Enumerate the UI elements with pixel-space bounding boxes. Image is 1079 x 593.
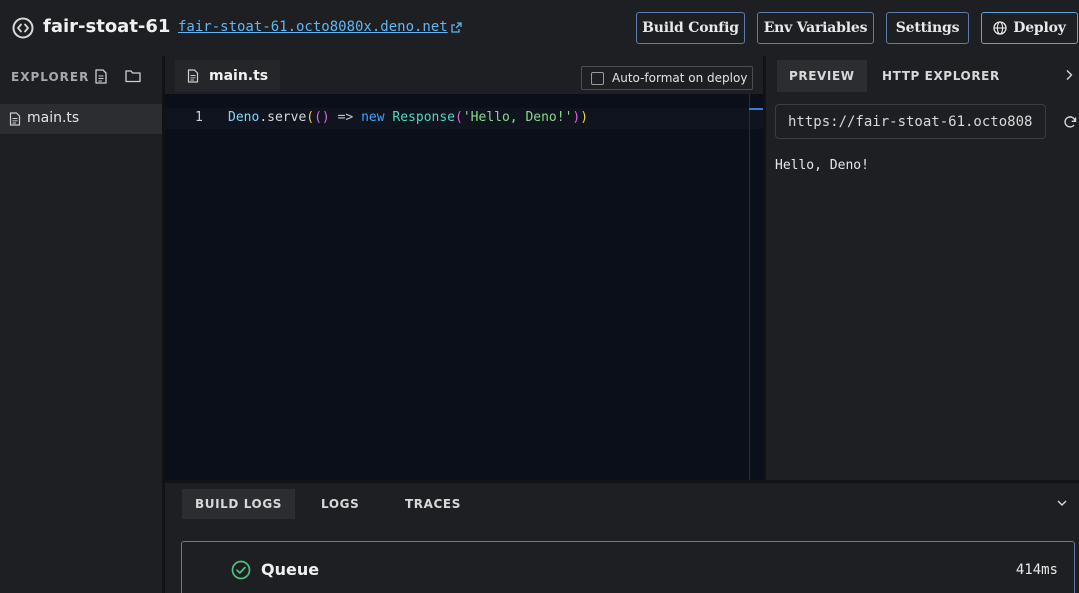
check-circle-icon [231,560,251,580]
tab-preview[interactable]: PREVIEW [777,60,867,92]
build-step-label: Queue [261,560,320,579]
build-config-label: Build Config [642,20,739,36]
tab-build-logs-label: BUILD LOGS [195,497,283,511]
file-icon [187,69,199,83]
tab-traces[interactable]: TRACES [392,489,474,519]
code-brackets-icon[interactable] [12,17,34,39]
code-text[interactable]: Deno.serve(() => new Response('Hello, De… [228,110,588,125]
tab-preview-label: PREVIEW [789,69,855,83]
top-bar: fair-stoat-61 fair-stoat-61.octo8080x.de… [0,0,1079,56]
code-token: Response [392,110,456,125]
chevron-right-icon[interactable] [1064,69,1074,81]
code-line[interactable]: 1 Deno.serve(() => new Response('Hello, … [165,108,763,129]
code-token: ( [306,110,315,125]
project-title: fair-stoat-61 [43,16,171,37]
sidebar-item-main-ts[interactable]: main.ts [0,104,162,134]
code-token: 'Hello, Deno!' [462,110,573,125]
preview-response-body: Hello, Deno! [775,158,869,173]
explorer-heading: EXPLORER [11,70,90,84]
code-token: ( [455,110,463,125]
chevron-down-icon[interactable] [1056,498,1068,508]
logs-panel: BUILD LOGS LOGS TRACES Queue 414ms [165,483,1079,593]
code-token: Deno [228,110,260,125]
new-file-icon[interactable] [94,69,108,84]
project-url-link[interactable]: fair-stoat-61.octo8080x.deno.net [178,19,448,35]
settings-label: Settings [895,20,960,36]
code-token: serve [267,110,307,125]
auto-format-label: Auto-format on deploy [612,71,748,85]
env-variables-label: Env Variables [763,20,868,36]
preview-url-input[interactable] [775,104,1046,139]
tab-label: main.ts [209,68,269,84]
tab-logs[interactable]: LOGS [308,489,372,519]
globe-icon [993,21,1007,35]
tab-traces-label: TRACES [405,497,461,511]
preview-panel: PREVIEW HTTP EXPLORER Hello, Deno! [766,56,1079,481]
sidebar-item-label: main.ts [27,110,80,126]
build-config-button[interactable]: Build Config [636,12,745,44]
code-token: () [314,110,330,125]
file-icon [9,112,21,126]
new-folder-icon[interactable] [125,69,141,83]
editor-tab-bar: main.ts Auto-format on deploy [165,56,763,94]
auto-format-checkbox[interactable] [591,71,604,85]
editor-scrollbar[interactable] [749,94,750,480]
code-editor[interactable]: 1 Deno.serve(() => new Response('Hello, … [165,94,763,480]
refresh-icon[interactable] [1063,115,1077,129]
code-token: => [329,110,362,125]
explorer-sidebar: EXPLORER main.ts [0,56,162,593]
tab-main-ts[interactable]: main.ts [175,60,281,92]
code-token: new [361,110,385,125]
line-number: 1 [195,110,203,125]
code-token: ) [580,110,589,125]
external-link-icon[interactable] [451,22,462,33]
tab-build-logs[interactable]: BUILD LOGS [182,489,296,519]
deploy-button[interactable]: Deploy [981,12,1078,44]
auto-format-toggle[interactable]: Auto-format on deploy [581,66,753,90]
scrollbar-cursor-marker [749,108,763,110]
code-token: . [259,110,268,125]
build-step-duration: 414ms [1015,562,1058,578]
tab-http-explorer[interactable]: HTTP EXPLORER [870,60,1012,92]
deploy-label: Deploy [1013,20,1066,36]
env-variables-button[interactable]: Env Variables [757,12,874,44]
tab-http-explorer-label: HTTP EXPLORER [882,69,1000,83]
settings-button[interactable]: Settings [886,12,969,44]
tab-logs-label: LOGS [321,497,360,511]
build-step-queue[interactable]: Queue 414ms [181,541,1075,593]
